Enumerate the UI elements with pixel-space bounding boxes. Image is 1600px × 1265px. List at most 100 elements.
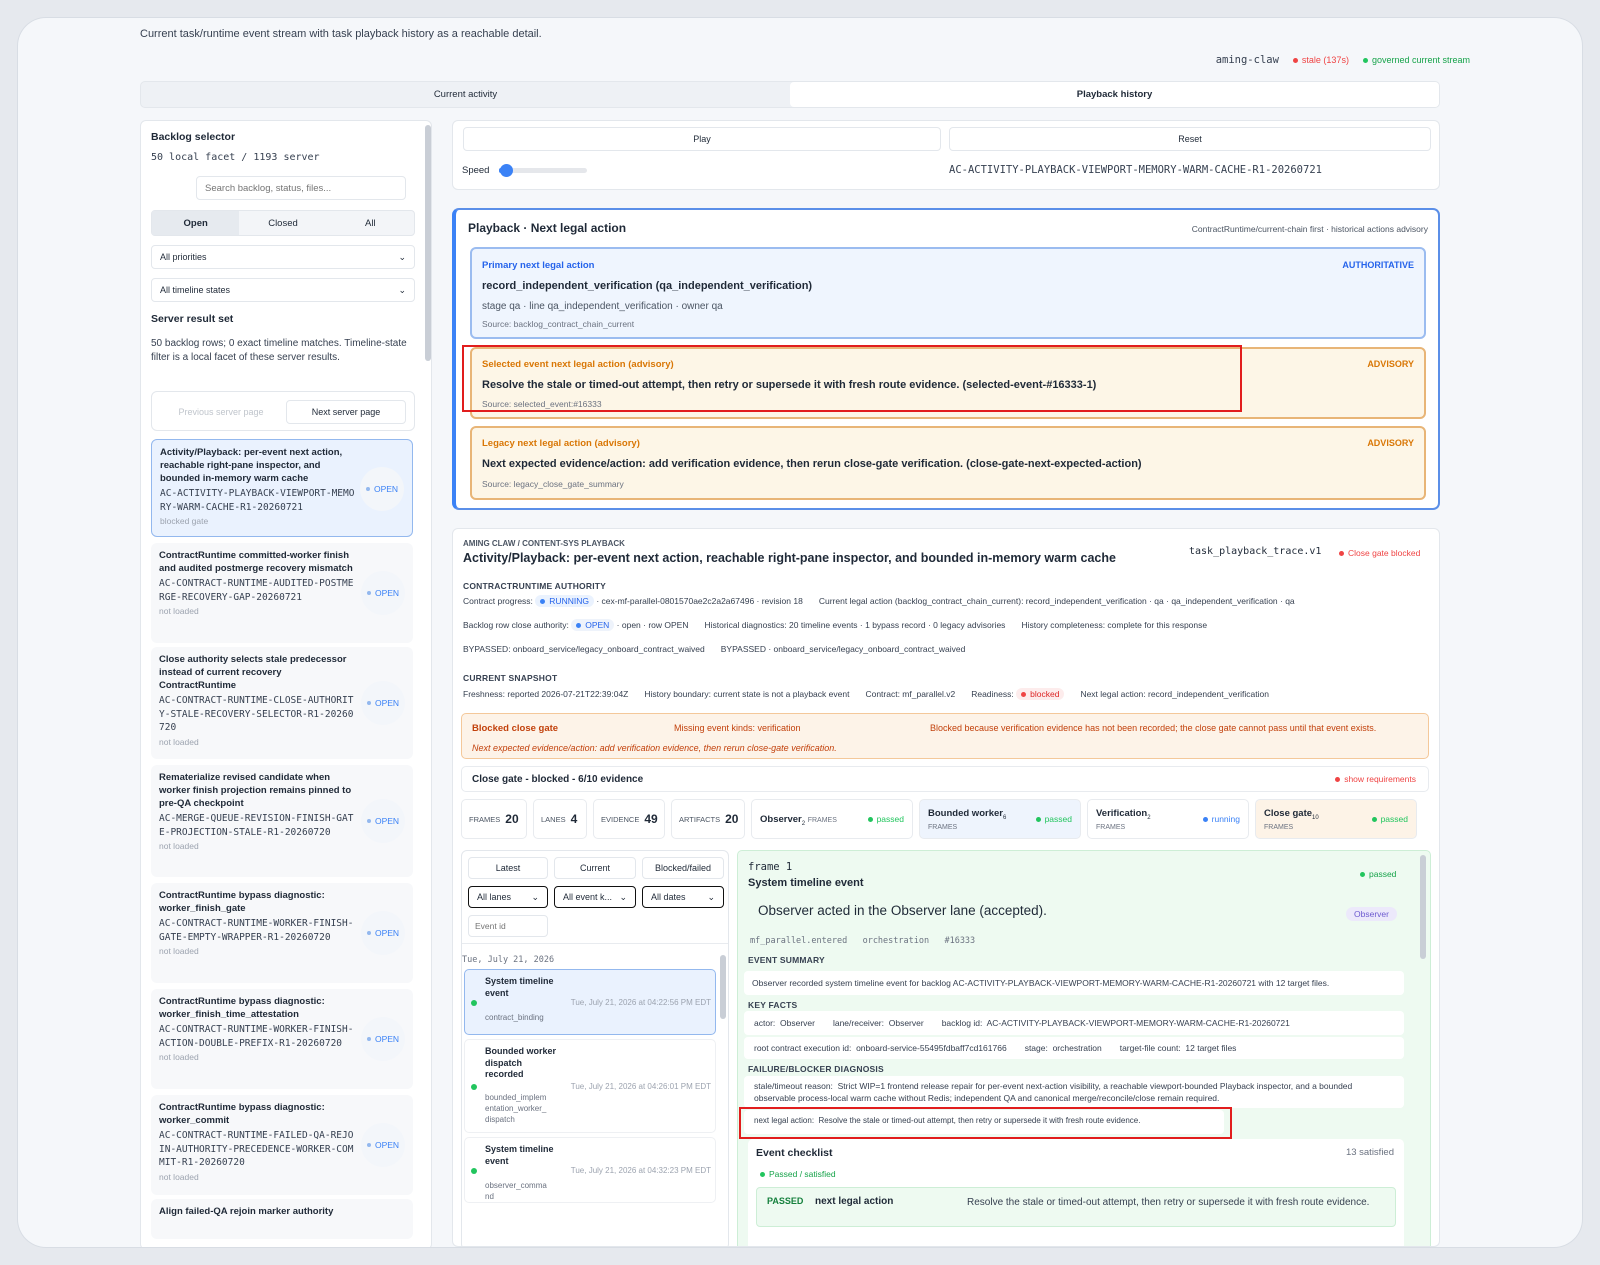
filter-open[interactable]: Open	[152, 211, 240, 235]
backlog-item[interactable]: ContractRuntime bypass diagnostic: worke…	[151, 883, 413, 983]
open-dot-icon	[366, 1143, 371, 1147]
stale-badge: stale (137s)	[1292, 55, 1349, 65]
key-facts-row-1: actor: Observer lane/receiver: Observer …	[744, 1011, 1404, 1035]
backlog-item-title: ContractRuntime bypass diagnostic: worke…	[159, 890, 325, 914]
lane-card[interactable]: Observer2 FRAMES passed	[751, 799, 913, 839]
backlog-item-status: not loaded	[159, 1171, 199, 1182]
event-list-scrollbar[interactable]	[720, 955, 726, 1019]
contract-progress: Contract progress: RUNNING · cex-mf-para…	[463, 595, 803, 607]
legacy-action-card: Legacy next legal action (advisory) ADVI…	[470, 426, 1426, 500]
open-badge: OPEN	[361, 571, 405, 615]
backlog-item[interactable]: Activity/Playback: per-event next action…	[151, 439, 413, 537]
primary-detail: stage qa · line qa_independent_verificat…	[482, 301, 723, 312]
tab-current-activity[interactable]: Current activity	[141, 82, 790, 107]
authority-label: CONTRACTRUNTIME AUTHORITY	[463, 581, 607, 591]
server-result-title: Server result set	[151, 313, 234, 325]
backlog-item[interactable]: Close authority selects stale predecesso…	[151, 647, 413, 759]
backlog-item[interactable]: ContractRuntime bypass diagnostic: worke…	[151, 1095, 413, 1195]
lane-name: Verification2	[1096, 808, 1151, 821]
inspector-scrollbar[interactable]	[1420, 855, 1426, 959]
backlog-item-code: AC-ACTIVITY-PLAYBACK-VIEWPORT-MEMORY-WAR…	[160, 488, 355, 513]
event-list: System timeline event contract_binding Tue…	[462, 969, 720, 1246]
filter-current[interactable]: Current	[554, 857, 636, 879]
next-legal-action-panel: Playback · Next legal action ContractRun…	[452, 208, 1440, 510]
backlog-item-title: Close authority selects stale predecesso…	[159, 654, 347, 691]
event-date-heading: Tue, July 21, 2026	[462, 955, 555, 965]
blocked-title: Blocked close gate	[472, 723, 559, 734]
passed-dot-icon	[471, 1000, 477, 1006]
backlog-item[interactable]: ContractRuntime committed-worker finish …	[151, 543, 413, 643]
event-row[interactable]: Bounded worker dispatch recorded bounded_…	[464, 1039, 716, 1133]
passed-tag: PASSED	[767, 1196, 804, 1206]
backlog-item-title: ContractRuntime bypass diagnostic: worke…	[159, 996, 325, 1020]
play-button[interactable]: Play	[463, 127, 941, 151]
filter-latest[interactable]: Latest	[468, 857, 548, 879]
lane-name: Bounded worker6	[928, 808, 1007, 821]
filter-all[interactable]: All	[327, 211, 414, 235]
event-row[interactable]: System timeline event observer_command Tue…	[464, 1137, 716, 1203]
date-filter-select[interactable]: All dates ⌄	[642, 886, 724, 908]
event-row[interactable]: System timeline event contract_binding Tue…	[464, 969, 716, 1035]
reset-button[interactable]: Reset	[949, 127, 1431, 151]
frame-tags: mf_parallel.entered orchestration #16333	[750, 936, 976, 946]
lane-card[interactable]: Close gate10 FRAMES passed	[1255, 799, 1417, 839]
tab-playback-history[interactable]: Playback history	[790, 82, 1439, 107]
checklist-row: PASSED next legal action Resolve the sta…	[756, 1187, 1396, 1227]
backlog-item-code: AC-CONTRACT-RUNTIME-CLOSE-AUTHORITY-STAL…	[159, 695, 354, 733]
event-kind-filter-select[interactable]: All event k... ⌄	[554, 886, 636, 908]
next-page-button[interactable]: Next server page	[286, 400, 406, 424]
history-completeness: History completeness: complete for this …	[1021, 620, 1208, 630]
close-gate-badge: Close gate blocked	[1339, 548, 1420, 558]
backlog-item[interactable]: ContractRuntime bypass diagnostic: worke…	[151, 989, 413, 1089]
frame-number: frame 1	[748, 861, 793, 873]
row-close-authority: Backlog row close authority: OPEN · open…	[463, 619, 689, 631]
lane-name: Observer2 FRAMES	[760, 814, 837, 827]
highlight-box	[739, 1107, 1232, 1139]
bypass-record: BYPASSED: onboard_service/legacy_onboard…	[463, 644, 705, 654]
backlog-count: 50 local facet / 1193 server	[151, 152, 320, 163]
speed-slider[interactable]	[499, 164, 587, 177]
lane-fact: lane/receiver: Observer	[832, 1018, 924, 1028]
close-gate-summary: Close gate - blocked - 6/10 evidence sho…	[461, 766, 1429, 792]
event-id-input[interactable]	[468, 915, 548, 937]
search-input[interactable]	[196, 176, 406, 200]
backlog-id-fact: backlog id: AC-ACTIVITY-PLAYBACK-VIEWPOR…	[941, 1018, 1290, 1028]
stat-value: 20	[725, 812, 739, 826]
priority-select[interactable]: All priorities ⌄	[151, 245, 415, 269]
lane-status: passed	[867, 814, 904, 824]
backlog-selector-title: Backlog selector	[151, 131, 236, 143]
frame-kind: System timeline event	[748, 877, 864, 889]
backlog-item[interactable]: Align failed-QA rejoin marker authority	[151, 1199, 413, 1239]
playback-controls: Play Reset Speed AC-ACTIVITY-PLAYBACK-VI…	[452, 120, 1440, 190]
event-checklist: Event checklist 13 satisfied Passed / sa…	[748, 1139, 1404, 1246]
speed-slider-handle[interactable]	[500, 164, 514, 177]
lane-filter-select[interactable]: All lanes ⌄	[468, 886, 548, 908]
snapshot-label: CURRENT SNAPSHOT	[463, 673, 558, 683]
filter-blocked-failed[interactable]: Blocked/failed	[642, 857, 724, 879]
running-dot-icon	[540, 599, 546, 605]
status-dot-icon	[1339, 551, 1344, 557]
previous-page-button[interactable]: Previous server page	[162, 400, 280, 424]
historical-diagnostics: Historical diagnostics: 20 timeline even…	[704, 620, 1006, 630]
timeline-state-select[interactable]: All timeline states ⌄	[151, 278, 415, 302]
next-legal-action-meta: ContractRuntime/current-chain first · hi…	[1191, 224, 1428, 234]
speed-label: Speed	[462, 165, 490, 176]
show-requirements-link[interactable]: show requirements	[1335, 774, 1416, 784]
backlog-item-title: ContractRuntime bypass diagnostic: worke…	[159, 1102, 325, 1126]
frame-inspector: frame 1 System timeline event passed Obs…	[737, 850, 1431, 1246]
checklist-count: 13 satisfied	[1345, 1147, 1394, 1158]
left-scrollbar[interactable]	[425, 125, 431, 361]
primary-action: record_independent_verification (qa_inde…	[482, 280, 813, 292]
stat-key: LANES	[541, 814, 566, 824]
page-subtitle: Current task/runtime event stream with t…	[140, 28, 542, 40]
lane-card[interactable]: Verification2 FRAMES running	[1087, 799, 1249, 839]
breadcrumb: AMING CLAW / CONTENT-SYS PLAYBACK	[463, 539, 625, 548]
task-detail-panel: AMING CLAW / CONTENT-SYS PLAYBACK Activi…	[452, 528, 1440, 1247]
open-dot-icon	[366, 819, 371, 823]
backlog-item-code: AC-CONTRACT-RUNTIME-WORKER-FINISH-ACTION…	[159, 1024, 354, 1049]
backlog-item[interactable]: Rematerialize revised candidate when wor…	[151, 765, 413, 877]
lane-card[interactable]: Bounded worker6 FRAMES passed	[919, 799, 1081, 839]
trace-stats: FRAMES 20 LANES 4 EVIDENCE 49 ARTIFACTS 20 Obser…	[461, 799, 1431, 843]
filter-closed[interactable]: Closed	[239, 211, 326, 235]
blocked-dot-icon	[1021, 692, 1027, 698]
